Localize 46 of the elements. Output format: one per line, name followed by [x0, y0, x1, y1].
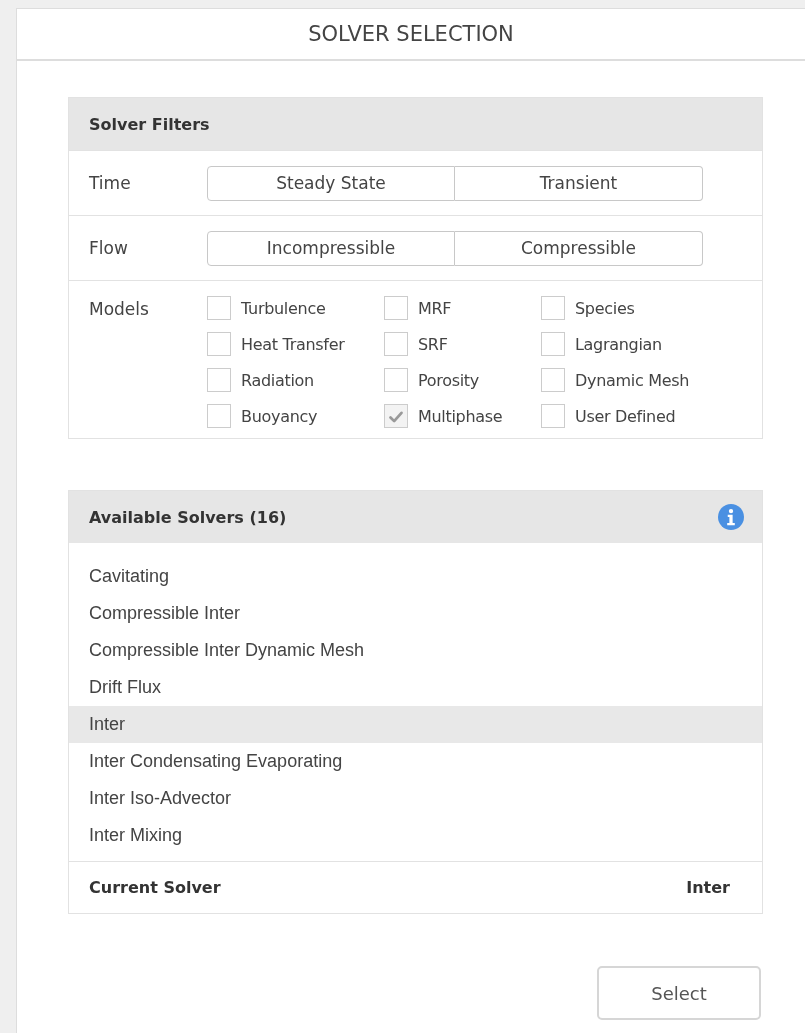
checkbox[interactable] — [207, 296, 231, 320]
row-label: Time — [89, 173, 132, 193]
row-label: Models — [89, 298, 150, 319]
solver-list-item[interactable]: Compressible Inter — [69, 595, 762, 632]
solver-list-item[interactable]: Compressible Inter Dynamic Mesh — [69, 632, 762, 669]
panel-title: Available Solvers (16) — [89, 507, 287, 527]
solver-list-item[interactable]: Inter Iso-Advector — [69, 780, 762, 817]
checkbox-label: Dynamic Mesh — [575, 370, 690, 390]
checkbox[interactable] — [384, 332, 408, 356]
checkbox[interactable] — [384, 368, 408, 392]
checkbox-label: Multiphase — [418, 406, 503, 426]
checkbox[interactable] — [207, 404, 231, 428]
panel-title: Solver Filters — [89, 114, 210, 134]
checkbox-label: Buoyancy — [241, 406, 318, 426]
solver-list-item[interactable]: Inter — [69, 706, 762, 743]
checkbox-label: User Defined — [575, 406, 676, 426]
checkbox[interactable] — [384, 296, 408, 320]
toggle-button[interactable]: Incompressible — [207, 230, 455, 266]
current-solver-value: Inter — [686, 878, 730, 897]
info-icon[interactable] — [718, 504, 744, 530]
checkbox[interactable] — [384, 404, 408, 428]
toggle-button[interactable]: Compressible — [455, 230, 703, 266]
row-label: Flow — [89, 238, 129, 258]
solver-list-item[interactable]: Inter Condensating Evaporating — [69, 743, 762, 780]
checkbox-label: Species — [575, 298, 635, 318]
checkbox-label: Lagrangian — [575, 334, 662, 354]
checkbox-label: Porosity — [418, 370, 479, 390]
checkbox-label: MRF — [418, 298, 452, 318]
checkbox[interactable] — [541, 368, 565, 392]
checkbox[interactable] — [541, 332, 565, 356]
window-title: SOLVER SELECTION — [17, 9, 805, 61]
checkbox[interactable] — [541, 404, 565, 428]
checkbox[interactable] — [541, 296, 565, 320]
checkbox-label: SRF — [418, 334, 448, 354]
checkbox-label: Heat Transfer — [241, 334, 345, 354]
toggle-button[interactable]: Transient — [455, 165, 703, 201]
toggle-button[interactable]: Steady State — [207, 165, 455, 201]
current-solver-label: Current Solver — [89, 878, 221, 897]
solver-list-item[interactable]: Inter Mixing — [69, 817, 762, 854]
solver-list-item[interactable]: Drift Flux — [69, 669, 762, 706]
solver-list-item[interactable]: Cavitating — [69, 558, 762, 595]
select-button[interactable]: Select — [597, 966, 761, 1020]
checkbox-label: Turbulence — [241, 298, 326, 318]
checkbox[interactable] — [207, 332, 231, 356]
checkbox-label: Radiation — [241, 370, 314, 390]
checkbox[interactable] — [207, 368, 231, 392]
